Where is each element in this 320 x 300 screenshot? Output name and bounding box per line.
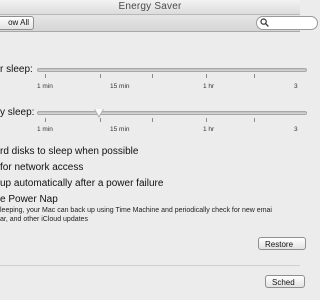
search-icon [260,18,269,27]
tick-mark [206,74,207,78]
tick-mark [254,74,255,78]
tick-label: 15 min [110,126,130,133]
tick-mark [152,118,153,122]
tick-label: 3 [294,83,298,90]
tick-label: 3 [294,126,298,133]
display-sleep-label: y sleep: [0,107,35,118]
tick-mark [254,118,255,122]
tick-label: 1 min [37,126,53,133]
option-start-up-after-power-failure[interactable]: up automatically after a power failure [0,178,163,189]
power-nap-description-line-1: leeping, your Mac can back up using Time… [0,207,272,214]
option-put-disks-to-sleep[interactable]: rd disks to sleep when possible [0,146,138,157]
computer-sleep-slider[interactable] [37,68,307,72]
window-title: Energy Saver [118,1,182,12]
tick-mark [152,74,153,78]
option-wake-for-network-access[interactable]: for network access [0,162,83,173]
tick-label: 1 min [37,83,53,90]
tick-mark [100,118,101,122]
divider [0,265,300,266]
schedule-button[interactable]: Sched [265,275,305,288]
slider-knob[interactable] [94,109,104,118]
display-sleep-slider[interactable] [37,111,307,115]
search-field[interactable] [256,16,318,30]
computer-sleep-label: r sleep: [0,64,33,75]
tick-mark [45,118,46,122]
option-enable-power-nap[interactable]: e Power Nap [0,194,58,205]
show-all-button[interactable]: ow All [0,16,34,30]
tick-label: 1 hr [203,83,215,90]
restore-defaults-button[interactable]: Restore [258,237,306,250]
tick-mark [206,118,207,122]
tick-label: 15 min [110,83,130,90]
power-nap-description-line-2: ar, and other iCloud updates [0,216,88,223]
title-bar: Energy Saver [0,0,300,15]
toolbar [0,15,300,32]
tick-mark [45,74,46,78]
tick-mark [100,74,101,78]
tick-label: 1 hr [203,126,215,133]
